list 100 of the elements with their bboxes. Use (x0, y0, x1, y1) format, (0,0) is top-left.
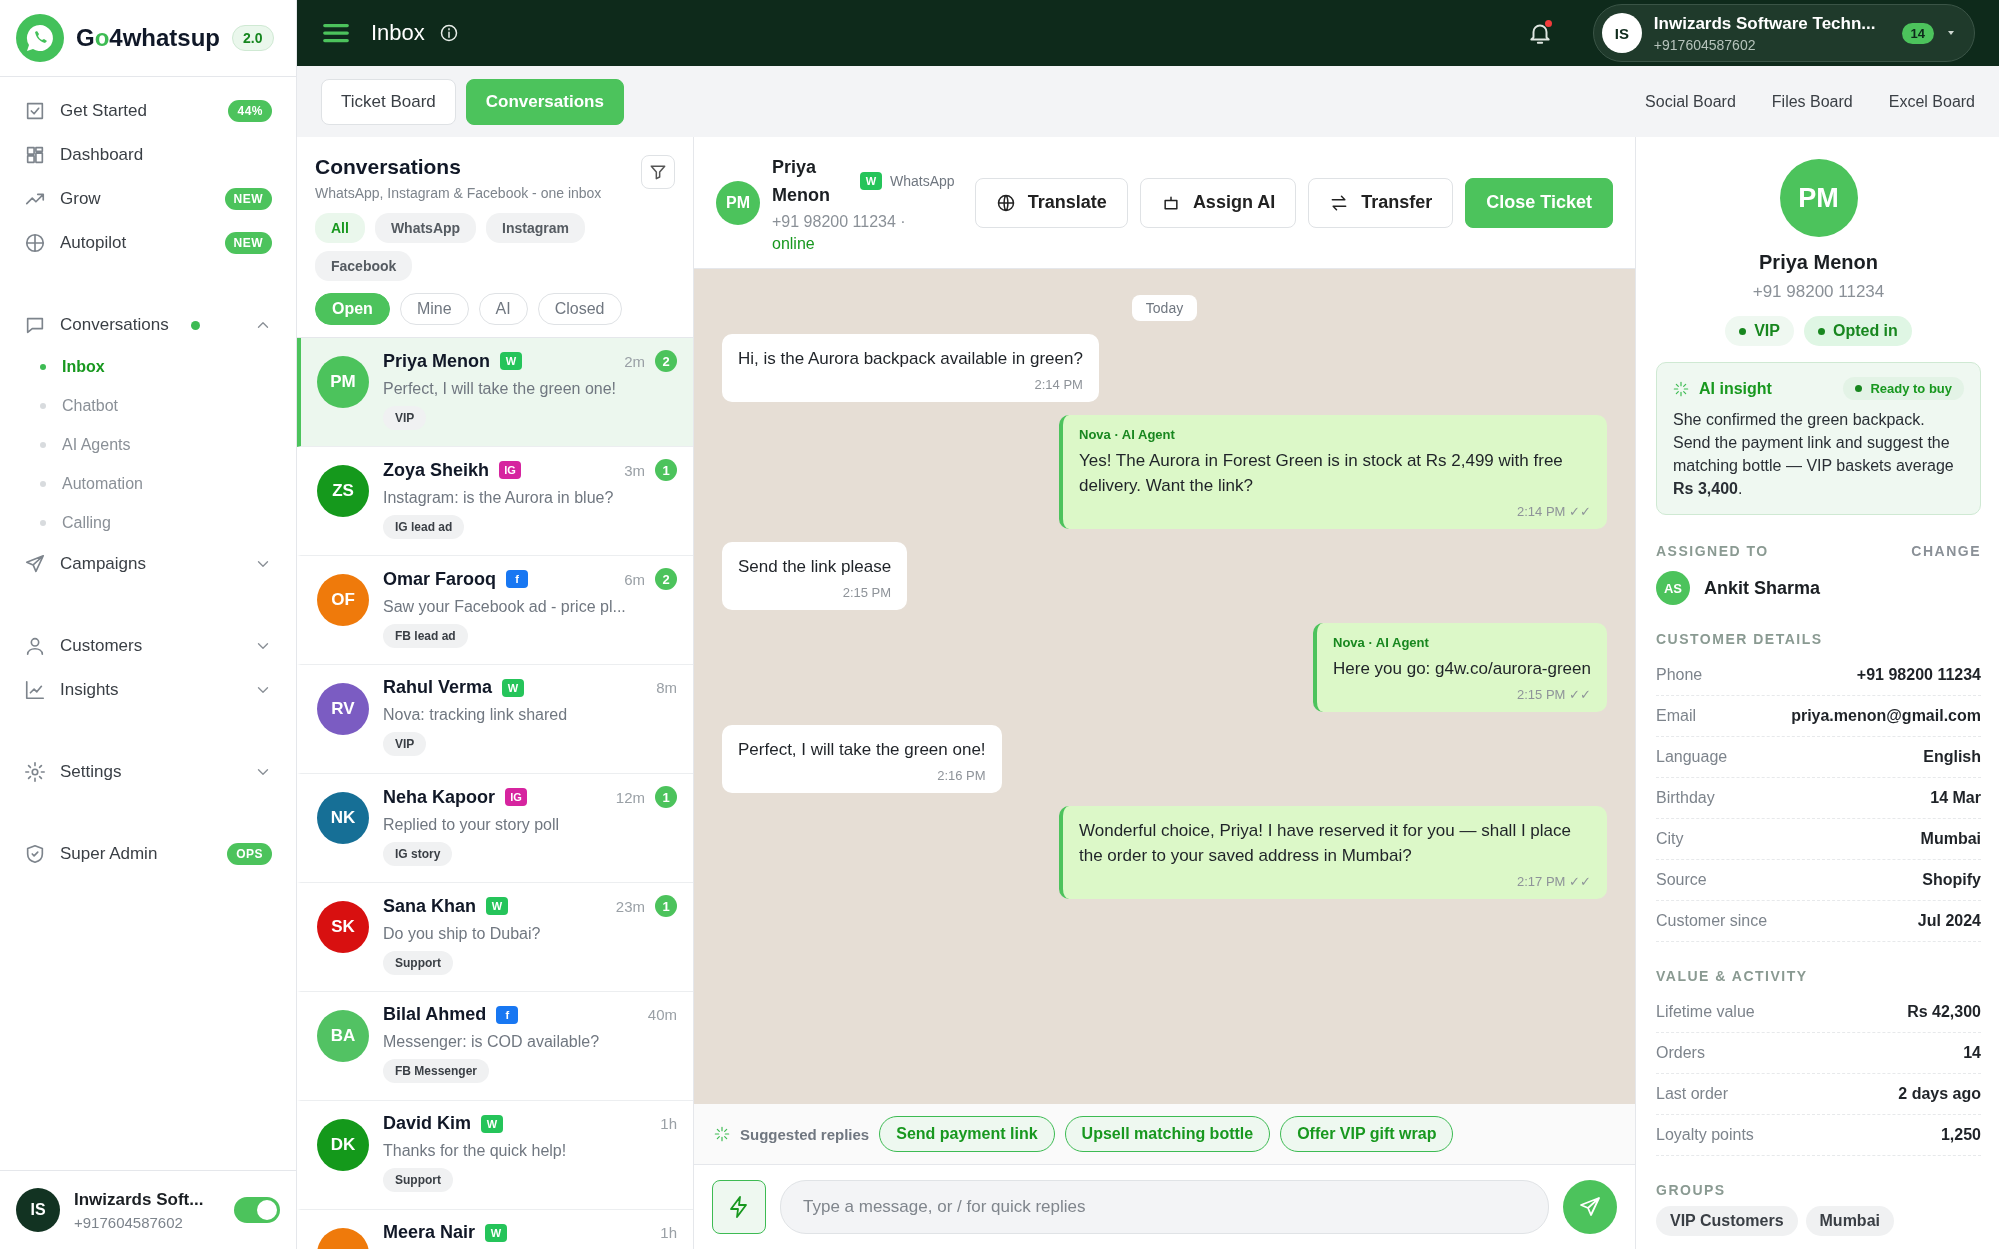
grid-icon (24, 144, 46, 166)
contact-avatar: SK (317, 901, 369, 953)
conversation-item[interactable]: PM Priya Menon W 2m 2 Perfect, I will take the green one! VIP (297, 338, 693, 447)
info-icon[interactable] (438, 23, 459, 43)
channel-badge: f (496, 1005, 519, 1024)
contact-avatar: RV (317, 683, 369, 735)
user-icon (24, 635, 46, 657)
message-preview: Messenger: is COD available? (383, 1033, 600, 1051)
board-tab[interactable]: Ticket Board (321, 78, 456, 125)
conversation-item[interactable]: DK David Kim W 1h Thanks for the quick help! Support (297, 1101, 693, 1210)
profile-phone: +91 98200 11234 (1751, 282, 1886, 302)
nav-item[interactable]: Customers (0, 624, 296, 668)
user-name: Inwizards Soft... (74, 1189, 205, 1210)
nav-item[interactable]: Grow NEW (0, 177, 296, 221)
nav-item[interactable]: Get Started 44% (0, 89, 296, 133)
conversation-item[interactable]: RV Rahul Verma W 8m Nova: tracking link shared VIP (297, 665, 693, 774)
settings-icon (24, 761, 46, 783)
channel-filter[interactable]: Instagram (486, 213, 586, 243)
detail-label: Orders (1656, 1044, 1705, 1062)
nav-label: Super Admin (60, 844, 158, 864)
detail-value: 2 days ago (1898, 1085, 1981, 1103)
contact-tag: Support (383, 951, 453, 975)
nav-badge: NEW (224, 188, 272, 210)
action-button[interactable]: Translate (974, 177, 1128, 228)
account-switcher[interactable]: IS Inwizards Software Techn... +917604587602 14 (1592, 4, 1975, 62)
account-avatar: IS (1601, 13, 1642, 53)
status-filter[interactable]: Mine (399, 293, 469, 325)
online-status: online (772, 234, 816, 253)
detail-value: Jul 2024 (1917, 912, 1981, 930)
contact-phone: +91 98200 11234 · (772, 212, 907, 231)
nav-item[interactable]: Insights (0, 668, 296, 712)
channel-badge: IG (499, 461, 522, 479)
contact-tag: VIP (383, 406, 427, 430)
message-time: 2:14 PM ✓✓ (1516, 504, 1591, 519)
channel-filter[interactable]: WhatsApp (374, 213, 477, 243)
channel-badge: W (502, 678, 525, 697)
page-title: Inbox (371, 20, 425, 46)
nav-item[interactable]: Settings (0, 750, 296, 794)
sparkle-icon (1673, 380, 1689, 397)
contact-name: Priya Menon (383, 350, 491, 372)
nav-label: Get Started (60, 101, 147, 121)
nav-item[interactable]: Dashboard (0, 133, 296, 177)
conversation-item[interactable]: Meera Nair W 1h (297, 1210, 693, 1249)
contact-avatar: DK (317, 1119, 369, 1171)
nav-subitem[interactable]: Inbox (0, 347, 296, 386)
detail-value: Mumbai (1920, 830, 1981, 848)
group-tag: VIP Customers (1656, 1206, 1798, 1236)
contact-avatar: OF (317, 574, 369, 626)
message-text: Wonderful choice, Priya! I have reserved it for you — shall I place the order to your saved address in Mumbai? (1079, 820, 1572, 867)
status-filter[interactable]: AI (478, 293, 528, 325)
detail-label: Loyalty points (1656, 1126, 1754, 1144)
channel-badge: W (860, 171, 882, 190)
conversation-item[interactable]: OF Omar Farooq f 6m 2 Saw your Facebook ad - price pl... FB lead ad (297, 556, 693, 665)
action-button[interactable]: Assign AI (1139, 177, 1297, 228)
online-toggle[interactable] (234, 1197, 280, 1223)
message-preview: Saw your Facebook ad - price pl... (383, 598, 626, 616)
message-text: Hi, is the Aurora backpack available in green? (738, 348, 1083, 370)
board-link[interactable]: Excel Board (1888, 92, 1975, 111)
contact-name: Meera Nair (383, 1222, 476, 1243)
quick-reply-button[interactable] (712, 1180, 766, 1234)
profile-name: Priya Menon (1758, 251, 1879, 274)
send-button[interactable] (1563, 1180, 1617, 1234)
nav-label: Autopilot (60, 233, 127, 253)
contact-name: Neha Kapoor (383, 786, 496, 808)
list-subtitle: WhatsApp, Instagram & Facebook - one inbox (315, 185, 602, 201)
nav-label: Grow (60, 189, 101, 209)
send-icon (24, 553, 46, 575)
message-time: 40m (647, 1006, 677, 1023)
detail-value: Shopify (1922, 871, 1981, 889)
filter-icon[interactable] (641, 155, 675, 189)
status-filter[interactable]: Closed (537, 293, 622, 325)
message-input[interactable]: Type a message, or / for quick replies (780, 1180, 1549, 1234)
nav-item[interactable]: Super Admin OPS (0, 832, 296, 876)
insight-text: She confirmed the green backpack. Send the payment link and suggest the matching bottle — VIP baskets average Rs 3,400. (1673, 410, 1955, 499)
nav-item[interactable]: Autopilot NEW (0, 221, 296, 265)
detail-label: Source (1656, 871, 1707, 889)
conversation-item[interactable]: SK Sana Khan W 23m 1 Do you ship to Dubai? Support (297, 883, 693, 992)
message-time: 23m (615, 897, 645, 915)
section-title: VALUE & ACTIVITY (1656, 968, 1809, 984)
channel-filter[interactable]: Facebook (315, 251, 413, 281)
contact-name: Sana Khan (383, 895, 477, 917)
contact-tag: VIP (383, 732, 427, 756)
conversation-item[interactable]: ZS Zoya Sheikh IG 3m 1 Instagram: is the Aurora in blue? IG lead ad (297, 447, 693, 556)
nav-label: Conversations (60, 315, 169, 335)
nav-item[interactable]: Conversations (0, 303, 296, 347)
detail-value: English (1923, 748, 1981, 766)
user-phone: +917604587602 (74, 1213, 184, 1231)
board-link[interactable]: Social Board (1645, 92, 1736, 111)
count-badge: 14 (1901, 22, 1934, 44)
conversation-item[interactable]: BA Bilal Ahmed f 40m Messenger: is COD available? FB Messenger (297, 992, 693, 1101)
board-link[interactable]: Files Board (1771, 92, 1853, 111)
action-button[interactable]: Transfer (1308, 177, 1454, 228)
account-phone: +917604587602 (1653, 36, 1757, 53)
sender-label: Nova · AI Agent (1333, 635, 1430, 650)
profile-tag: VIP (1725, 316, 1794, 346)
nav-item[interactable]: Campaigns (0, 542, 296, 586)
contact-avatar: PM (716, 180, 760, 225)
profile-avatar: PM (1779, 159, 1858, 237)
conversation-item[interactable]: NK Neha Kapoor IG 12m 1 Replied to your story poll IG story (297, 774, 693, 883)
message-text: Send the link please (738, 556, 892, 578)
